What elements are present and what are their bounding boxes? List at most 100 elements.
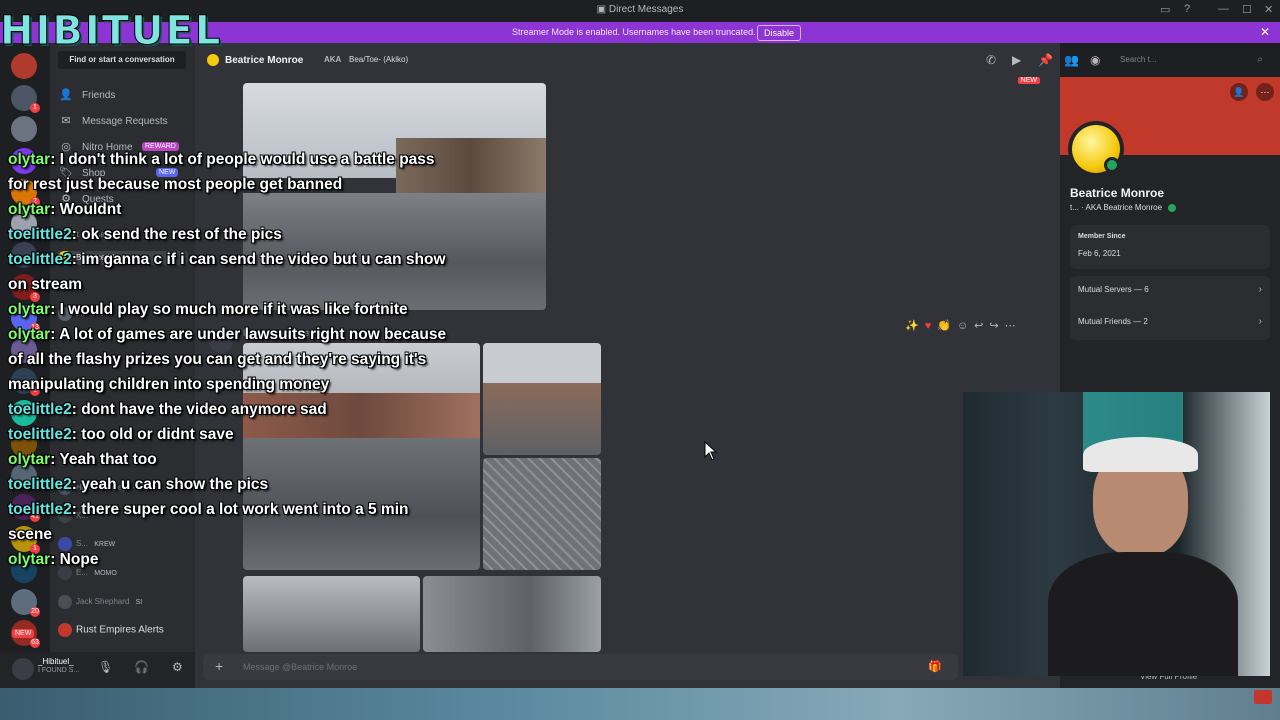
more-icon[interactable]: ⋯ [1005, 320, 1022, 332]
reaction-icon[interactable]: ✨ [905, 320, 925, 332]
unread-badge: 1 [30, 386, 40, 396]
server-icon[interactable] [11, 431, 37, 457]
heart-reaction-icon[interactable]: ♥ [925, 320, 938, 332]
avatar[interactable] [1068, 121, 1124, 177]
server-icon[interactable] [11, 53, 37, 79]
image-sky [423, 576, 601, 652]
reply-icon[interactable]: ↩ [974, 320, 989, 332]
server-icon[interactable] [11, 147, 37, 174]
tray-app-icon[interactable] [1254, 690, 1272, 704]
add-dm-icon[interactable]: + [176, 228, 182, 240]
help-icon[interactable]: ? [1184, 3, 1190, 15]
reaction-icon[interactable]: 👏 [937, 320, 957, 332]
disable-streamer-mode-button[interactable]: Disable [757, 25, 802, 41]
message-list[interactable]: NEW Beatrice Monroe 11:11 PM ✨♥👏☺↩↪⋯ [195, 77, 1060, 652]
server-icon[interactable] [11, 462, 37, 489]
server-icon[interactable] [11, 557, 37, 583]
unread-badge: 29 [30, 354, 40, 365]
friends-icon: 👤 [59, 89, 73, 101]
composer: + Message @Beatrice Monroe 🎁 [195, 652, 1060, 688]
message-header: Beatrice Monroe 11:11 PM [243, 328, 344, 338]
shop-icon: 🏷 [59, 167, 73, 179]
maximize-icon[interactable]: ☐ [1242, 3, 1252, 16]
recipient-nickname: Bea/Toe- (Akiko) [349, 55, 409, 64]
call-icon[interactable]: ✆ [986, 53, 996, 67]
avatar[interactable] [12, 658, 34, 680]
image-road [483, 383, 601, 455]
streamer-cap [1083, 437, 1198, 472]
search-input[interactable]: Search t... ⌕ [1112, 51, 1269, 69]
message-actions: ✨♥👏☺↩↪⋯ [905, 319, 1022, 332]
inbox-icon[interactable]: ▭ [1160, 3, 1170, 16]
avatar [58, 509, 72, 523]
server-icon[interactable]: 13 [11, 305, 40, 333]
avatar [58, 481, 72, 495]
unread-badge: 1 [30, 543, 40, 554]
new-badge: NEW [12, 629, 35, 638]
minimize-icon[interactable]: — [1218, 3, 1229, 15]
nitro-icon: ◎ [61, 141, 71, 153]
image-road [243, 193, 546, 310]
message-image[interactable] [483, 343, 601, 455]
server-icon[interactable]: 3 [11, 273, 40, 302]
mutuals-card: Mutual Servers — 6 › Mutual Friends — 2 › [1070, 276, 1270, 340]
dm-recipient-name: Beatrice Monroe [225, 55, 304, 66]
close-window-icon[interactable]: ✕ [1264, 3, 1273, 16]
dm-row[interactable]: E... MOMO [58, 566, 188, 580]
video-icon[interactable]: ▶ [1012, 53, 1021, 67]
user-profile-icon[interactable]: ◉ [1090, 53, 1100, 67]
server-icon[interactable]: 20 [11, 588, 40, 617]
dm-sidebar: Find or start a conversation 👤 Friends ✉ M… [12, 43, 195, 688]
dm-row[interactable]: K... [58, 509, 188, 523]
settings-icon[interactable]: ⚙ [172, 660, 183, 674]
streamer-mode-message: Streamer Mode is enabled. Usernames have… [512, 27, 756, 37]
more-icon[interactable]: ⋯ [1256, 83, 1274, 101]
desktop-taskbar [0, 688, 1280, 720]
user-panel: _Hibituel_ I FOUND S... 🎙 🎧 ⚙ [0, 652, 195, 688]
image-road [243, 438, 480, 570]
gift-icon[interactable]: 🎁 [928, 660, 942, 673]
sidebar-item-friends[interactable]: 👤 Friends [58, 88, 188, 106]
server-icon[interactable]: 1 [11, 525, 40, 554]
message-image[interactable] [483, 458, 601, 570]
mutual-servers-row[interactable]: Mutual Servers — 6 › [1078, 284, 1262, 299]
dm-row[interactable]: Beatrice Monroe [58, 251, 188, 265]
mic-icon[interactable]: 🎙 [98, 660, 113, 674]
server-icon[interactable] [11, 116, 37, 142]
server-icon[interactable]: 29 [11, 336, 40, 365]
attach-icon[interactable]: + [215, 658, 223, 674]
add-friend-icon[interactable]: 👤 [1230, 83, 1248, 101]
dm-row[interactable]: Rust Empires Alerts [58, 623, 188, 637]
message-input[interactable]: + Message @Beatrice Monroe 🎁 [203, 654, 958, 680]
message-author[interactable]: Beatrice Monroe [243, 328, 309, 338]
server-icon[interactable] [11, 210, 37, 237]
sidebar-item-message-requests[interactable]: ✉ Message Requests [58, 114, 188, 132]
mutual-friends-row[interactable]: Mutual Friends — 2 › [1078, 316, 1262, 331]
message-image[interactable] [423, 576, 601, 652]
forward-icon[interactable]: ↪ [989, 320, 1004, 332]
message-image[interactable] [243, 83, 546, 310]
member-since-label: Member Since [1078, 233, 1126, 240]
avatar[interactable] [209, 329, 233, 353]
headset-icon[interactable]: 🎧 [134, 660, 149, 674]
dm-row[interactable]: S... KREW [58, 537, 188, 551]
server-icon[interactable]: 1 [11, 368, 40, 396]
message-image[interactable] [243, 343, 480, 570]
unread-badge: 1 [30, 102, 40, 113]
add-reaction-icon[interactable]: ☺ [957, 320, 974, 332]
message-image[interactable] [243, 576, 420, 652]
add-friends-icon[interactable]: 👥 [1064, 53, 1079, 67]
server-icon[interactable]: 41 [11, 494, 40, 522]
dm-row[interactable]: t... NN [58, 307, 188, 321]
server-icon[interactable] [11, 242, 37, 268]
close-banner-icon[interactable]: ✕ [1260, 25, 1270, 39]
dm-row[interactable]: HideOnCheeps - Rec [58, 481, 188, 495]
pin-icon[interactable]: 📌 [1038, 53, 1053, 67]
server-icon[interactable]: 2 [11, 179, 40, 207]
avatar [58, 623, 72, 637]
message-timestamp: 11:11 PM [315, 331, 344, 338]
server-icon[interactable] [11, 399, 37, 426]
sidebar-item-quests[interactable]: ⚙ Quests [58, 192, 188, 210]
dm-row[interactable]: Jack Shephard SI [58, 595, 188, 609]
server-icon[interactable]: 1 [11, 84, 40, 113]
